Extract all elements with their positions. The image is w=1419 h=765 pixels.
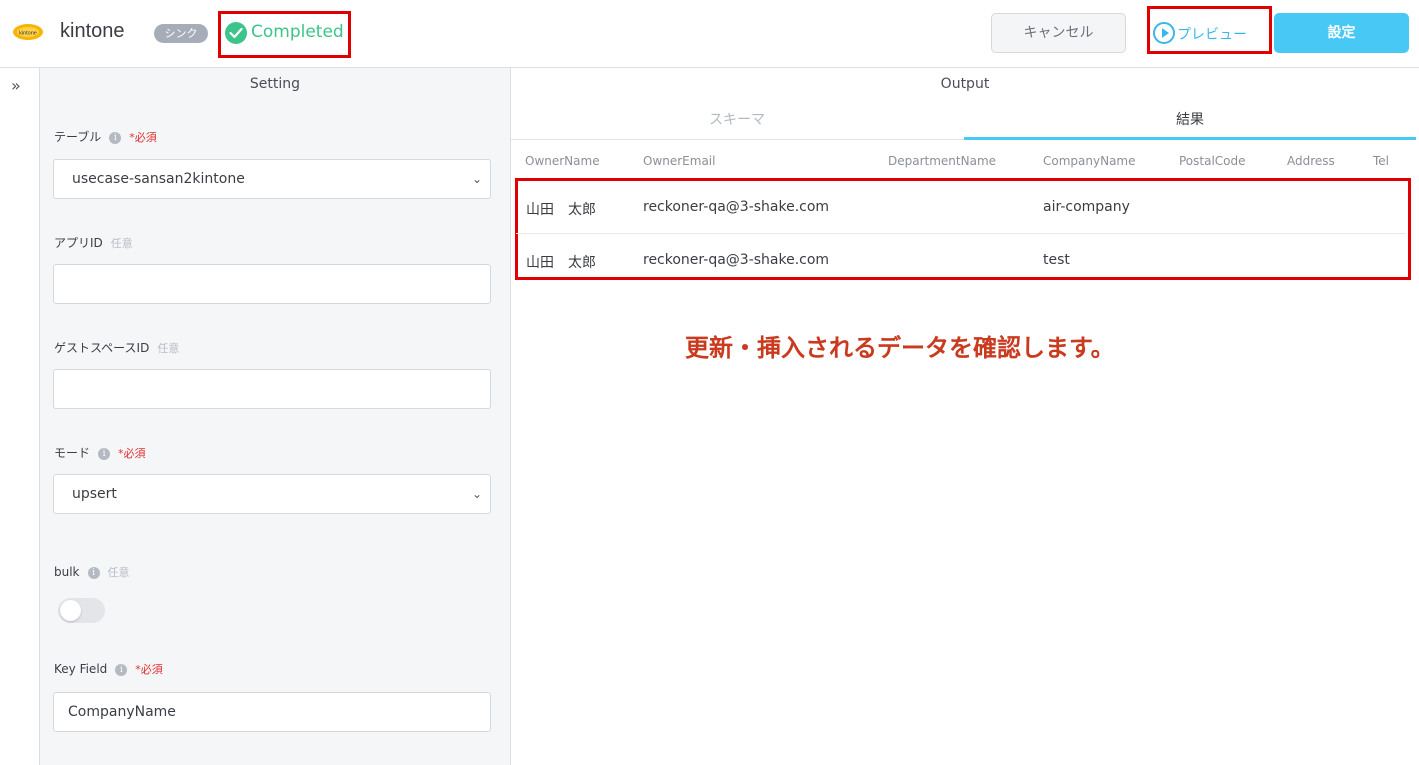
output-panel: Output スキーマ 結果 OwnerName OwnerEmail Depa… (511, 68, 1419, 765)
sync-tag: シンク (154, 24, 208, 43)
company-name-cell: test (1043, 252, 1070, 268)
play-icon[interactable] (1153, 22, 1175, 44)
optional-mark: 任意 (110, 237, 133, 250)
owner-email-cell: reckoner-qa@3-shake.com (643, 199, 830, 215)
guest-space-id-label-text: ゲストスペースID (54, 341, 150, 355)
setting-title: Setting (249, 76, 301, 92)
bulk-label-text: bulk (54, 565, 80, 579)
preview-button[interactable]: プレビュー (1177, 24, 1247, 44)
collapse-rail: » (0, 68, 40, 765)
annotation-text: 更新・挿入されるデータを確認します。 (685, 334, 1115, 362)
info-icon[interactable]: i (115, 663, 128, 676)
key-field-label-text: Key Field (54, 662, 108, 676)
optional-mark: 任意 (157, 342, 180, 355)
info-icon[interactable]: i (87, 566, 100, 579)
owner-name-cell: 山田 太郎 (526, 202, 596, 218)
chevron-down-icon: ⌄ (471, 172, 482, 186)
owner-email-cell: reckoner-qa@3-shake.com (643, 252, 830, 268)
column-header: OwnerName (525, 154, 600, 168)
table-label-text: テーブル (54, 130, 102, 144)
chevron-down-icon: ⌄ (471, 487, 482, 501)
output-title: Output (940, 76, 990, 92)
setting-button[interactable]: 設定 (1274, 13, 1409, 53)
info-icon[interactable]: i (109, 131, 122, 144)
kintone-logo-icon: kintone (12, 21, 44, 43)
toggle-knob (60, 600, 81, 621)
column-header: Tel (1373, 154, 1390, 168)
setting-panel: Setting テーブル i *必須 usecase-sansan2kintone … (40, 68, 511, 765)
mode-label: モード i *必須 (54, 444, 146, 461)
column-header: DepartmentName (888, 154, 997, 168)
mode-select[interactable]: upsert ⌄ (53, 474, 491, 514)
table-label: テーブル i *必須 (54, 128, 157, 145)
row-divider (516, 233, 1406, 234)
column-header: OwnerEmail (643, 154, 716, 168)
info-icon[interactable]: i (98, 447, 111, 460)
mode-select-value: upsert (72, 486, 117, 502)
column-header: Address (1287, 154, 1335, 168)
bulk-label: bulk i 任意 (54, 564, 130, 580)
app-name: kintone (60, 20, 125, 42)
app-id-label: アプリID 任意 (54, 234, 133, 251)
guest-space-id-label: ゲストスペースID 任意 (54, 339, 179, 356)
optional-mark: 任意 (107, 566, 130, 579)
required-mark: *必須 (129, 131, 157, 144)
cancel-button[interactable]: キャンセル (991, 13, 1126, 53)
tab-result[interactable]: 結果 (964, 106, 1416, 140)
expand-chevrons-icon[interactable]: » (11, 76, 21, 95)
status-text: Completed (251, 22, 344, 42)
guest-space-id-input[interactable] (53, 369, 491, 409)
key-field-label: Key Field i *必須 (54, 661, 163, 677)
check-circle-icon (225, 22, 247, 44)
column-header: CompanyName (1043, 154, 1136, 168)
bulk-toggle[interactable] (58, 598, 105, 623)
owner-name-cell: 山田 太郎 (526, 255, 596, 271)
output-tabs: スキーマ 結果 (511, 106, 1416, 140)
required-mark: *必須 (135, 663, 163, 676)
header-bar: kintone kintone シンク Completed キャンセル プレビュ… (0, 0, 1419, 68)
company-name-cell: air-company (1043, 199, 1130, 215)
table-select[interactable]: usecase-sansan2kintone ⌄ (53, 159, 491, 199)
logo-text: kintone (19, 31, 37, 37)
app-id-input[interactable] (53, 264, 491, 304)
tab-schema[interactable]: スキーマ (511, 106, 963, 140)
mode-label-text: モード (54, 446, 91, 460)
key-field-input[interactable]: CompanyName (53, 692, 491, 732)
table-select-value: usecase-sansan2kintone (72, 171, 245, 187)
app-id-label-text: アプリID (54, 236, 103, 250)
column-header: PostalCode (1179, 154, 1246, 168)
required-mark: *必須 (118, 447, 146, 460)
